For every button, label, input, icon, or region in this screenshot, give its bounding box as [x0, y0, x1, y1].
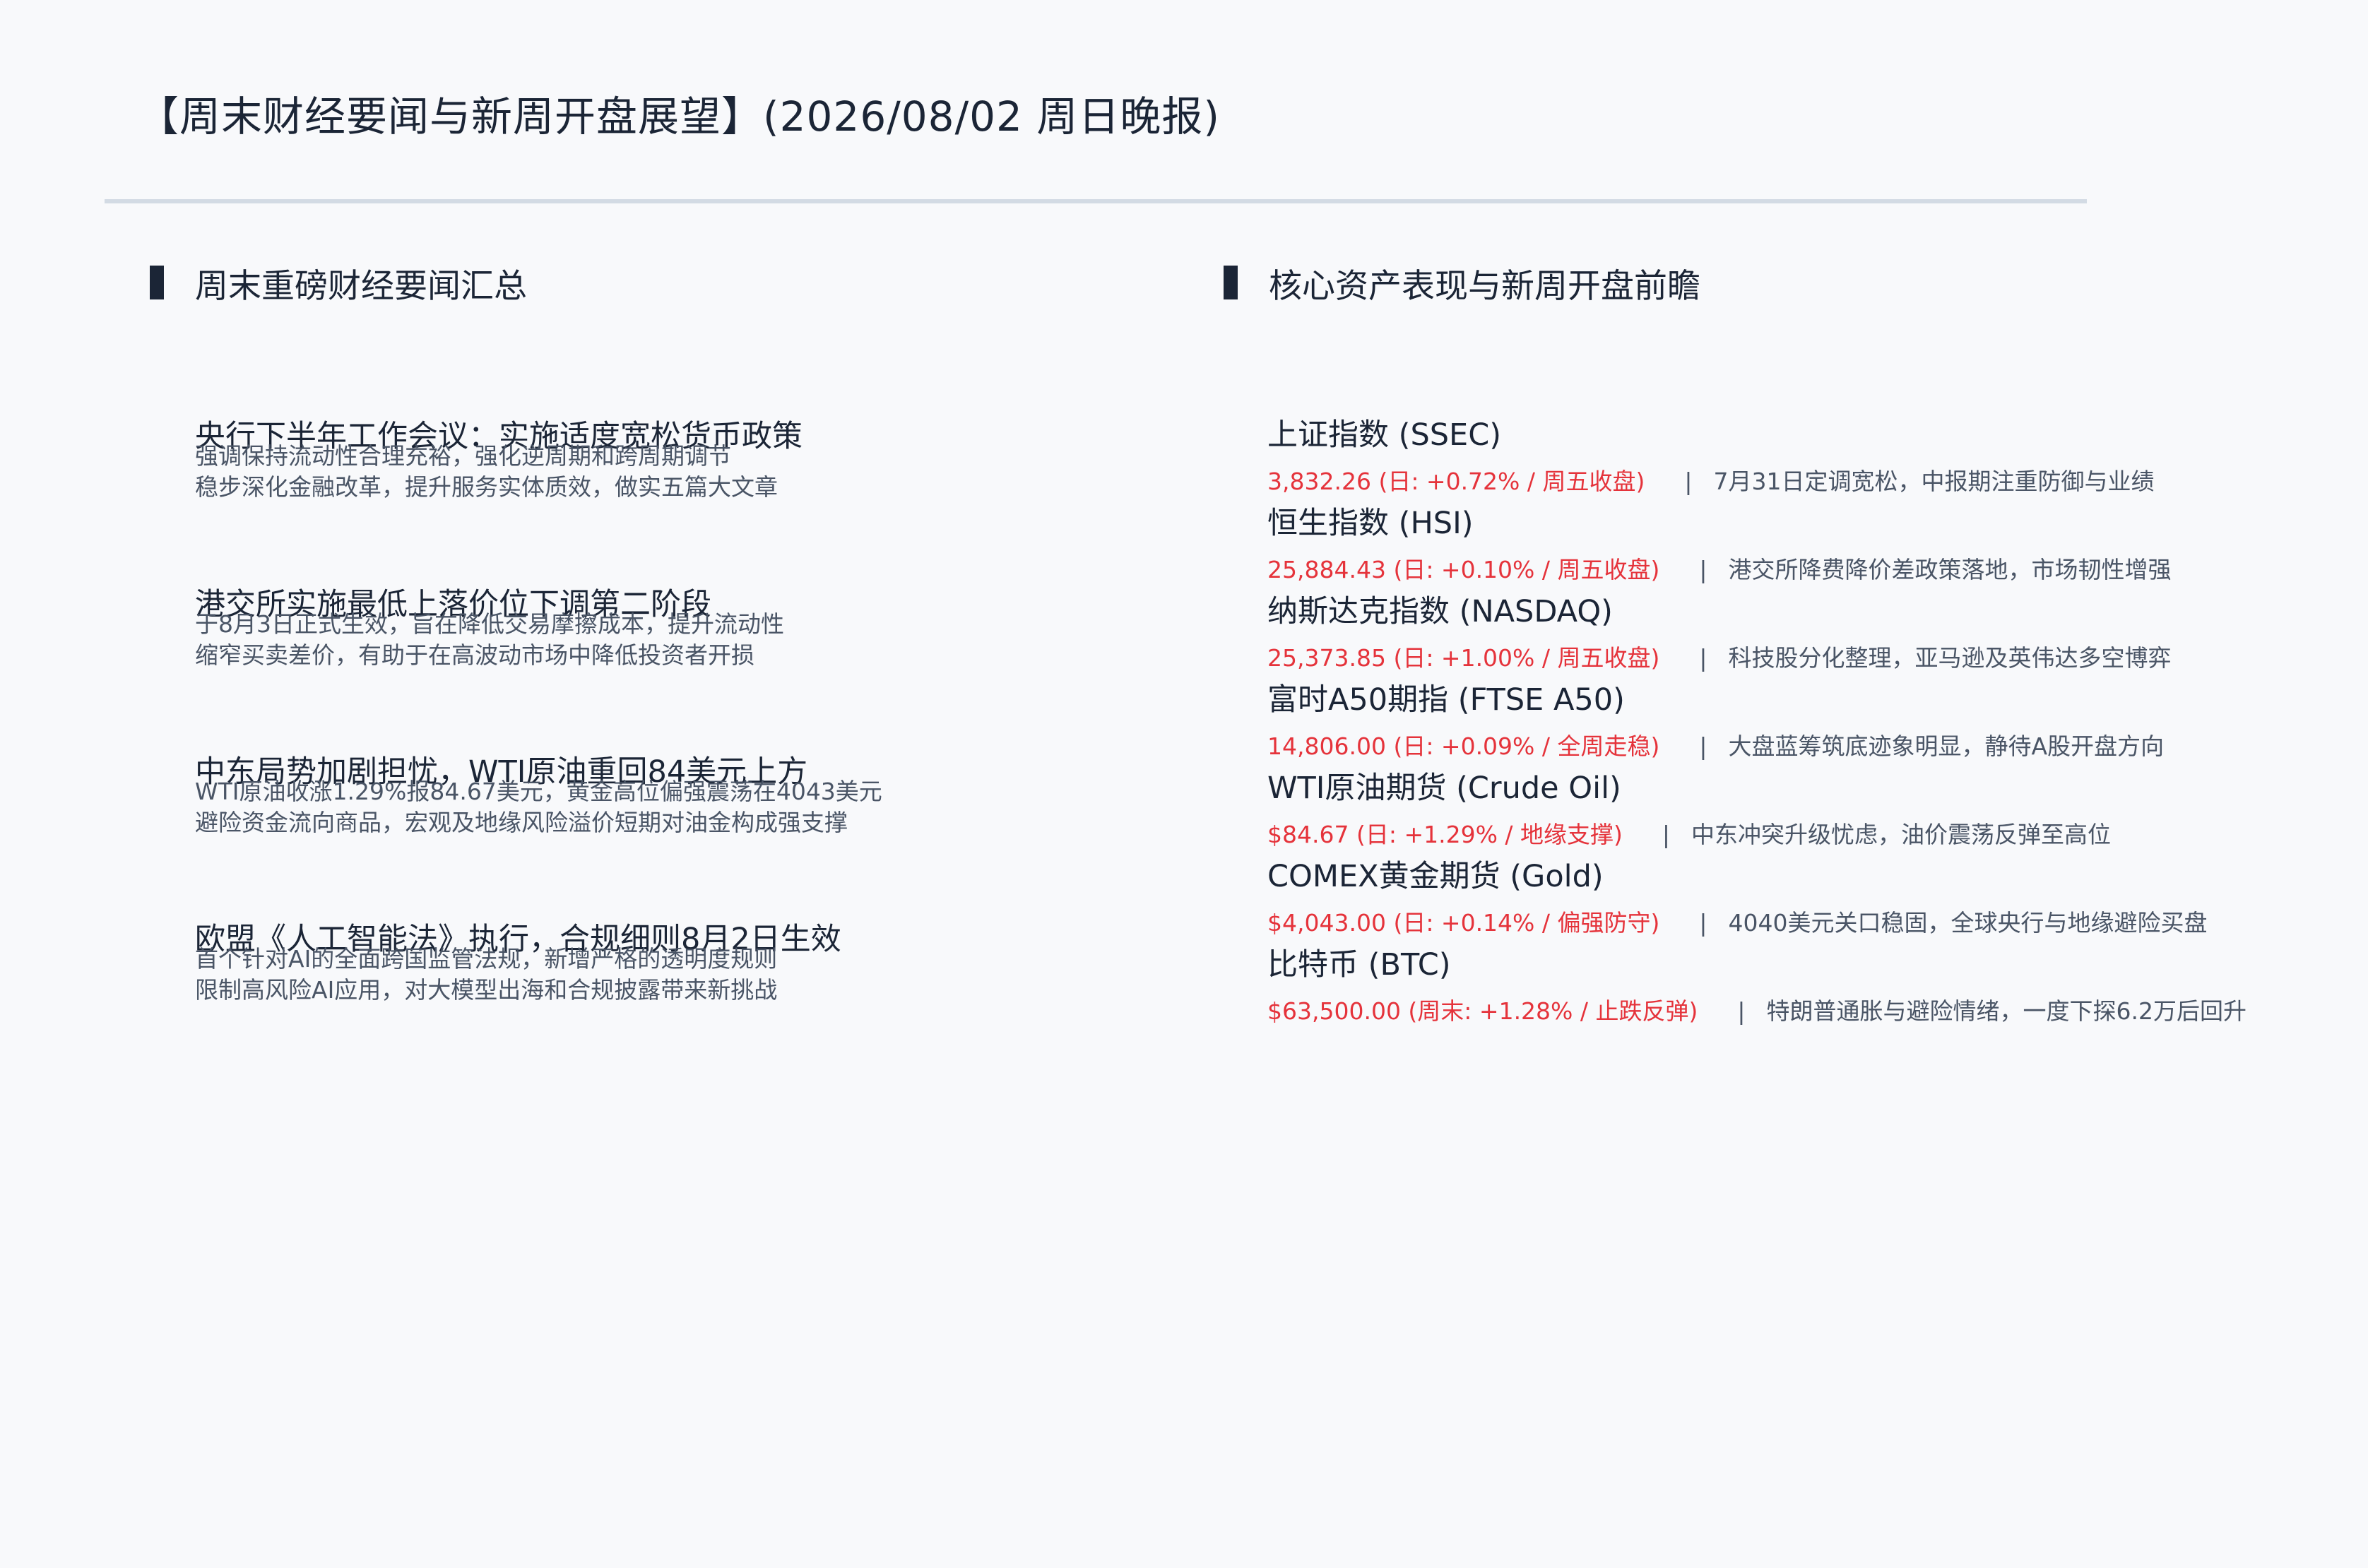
news-detail: 强调保持流动性合理充裕，强化逆周期和跨周期调节 [195, 442, 731, 470]
asset-row: 恒生指数 (HSI) 25,884.43 (日: +0.10% / 周五收盘) … [1267, 505, 2355, 586]
separator: | [1699, 644, 1707, 672]
asset-row: WTI原油期货 (Crude Oil) $84.67 (日: +1.29% / … [1267, 770, 2355, 850]
assets-section-header: 核心资产表现与新周开盘前瞻 [1224, 260, 1700, 306]
asset-name: 上证指数 (SSEC) [1267, 417, 1502, 453]
separator: | [1662, 821, 1671, 848]
header-divider [105, 199, 2087, 203]
asset-value: 25,373.85 (日: +1.00% / 周五收盘) [1267, 644, 1660, 672]
news-item: 中东局势加剧担忧，WTI原油重回84美元上方 WTI原油收涨1.29%报84.6… [195, 754, 1212, 838]
news-detail: 缩窄买卖差价，有助于在高波动市场中降低投资者开损 [195, 641, 754, 669]
asset-note: 科技股分化整理，亚马逊及英伟达多空博弈 [1728, 644, 2172, 672]
asset-row: 富时A50期指 (FTSE A50) 14,806.00 (日: +0.09% … [1267, 682, 2355, 762]
separator: | [1684, 468, 1693, 495]
asset-row: 纳斯达克指数 (NASDAQ) 25,373.85 (日: +1.00% / 周… [1267, 593, 2355, 674]
asset-row: 比特币 (BTC) $63,500.00 (周末: +1.28% / 止跌反弹)… [1267, 946, 2355, 1027]
news-detail: 于8月3日正式生效，旨在降低交易摩擦成本，提升流动性 [195, 610, 784, 638]
asset-note: 特朗普通胀与避险情绪，一度下探6.2万后回升 [1766, 997, 2246, 1025]
asset-name: 富时A50期指 (FTSE A50) [1267, 682, 1625, 718]
asset-note: 中东冲突升级忧虑，油价震荡反弹至高位 [1691, 821, 2112, 848]
news-detail: 稳步深化金融改革，提升服务实体质效，做实五篇大文章 [195, 473, 778, 501]
news-item: 港交所实施最低上落价位下调第二阶段 于8月3日正式生效，旨在降低交易摩擦成本，提… [195, 586, 1212, 671]
asset-name: 比特币 (BTC) [1267, 947, 1451, 982]
asset-value: 25,884.43 (日: +0.10% / 周五收盘) [1267, 556, 1660, 583]
asset-value: $4,043.00 (日: +0.14% / 偏强防守) [1267, 909, 1660, 937]
news-section-header: 周末重磅财经要闻汇总 [150, 260, 527, 306]
asset-value: 3,832.26 (日: +0.72% / 周五收盘) [1267, 468, 1645, 495]
news-detail: 首个针对AI的全面跨国监管法规，新增严格的透明度规则 [195, 945, 778, 973]
news-detail: 限制高风险AI应用，对大模型出海和合规披露带来新挑战 [195, 976, 778, 1004]
separator: | [1699, 909, 1707, 937]
asset-name: COMEX黄金期货 (Gold) [1267, 859, 1604, 894]
separator: | [1699, 556, 1707, 583]
asset-name: 纳斯达克指数 (NASDAQ) [1267, 594, 1613, 629]
asset-row: 上证指数 (SSEC) 3,832.26 (日: +0.72% / 周五收盘) … [1267, 417, 2355, 497]
news-item: 央行下半年工作会议：实施适度宽松货币政策 强调保持流动性合理充裕，强化逆周期和跨… [195, 418, 1212, 503]
section-marker-icon [150, 266, 164, 299]
news-detail: WTI原油收涨1.29%报84.67美元，黄金高位偏强震荡在4043美元 [195, 778, 882, 805]
section-marker-icon [1224, 266, 1238, 299]
asset-name: 恒生指数 (HSI) [1267, 506, 1474, 541]
news-detail: 避险资金流向商品，宏观及地缘风险溢价短期对油金构成强支撑 [195, 809, 848, 836]
asset-note: 4040美元关口稳固，全球央行与地缘避险买盘 [1728, 909, 2208, 937]
asset-value: 14,806.00 (日: +0.09% / 全周走稳) [1267, 732, 1660, 760]
page-title: 【周末财经要闻与新周开盘展望】(2026/08/02 周日晚报) [138, 93, 1220, 141]
separator: | [1737, 997, 1746, 1025]
assets-section-title: 核心资产表现与新周开盘前瞻 [1269, 266, 1700, 306]
asset-value: $84.67 (日: +1.29% / 地缘支撑) [1267, 821, 1623, 848]
asset-note: 7月31日定调宽松，中报期注重防御与业绩 [1713, 468, 2155, 495]
news-section-title: 周末重磅财经要闻汇总 [195, 266, 527, 306]
asset-note: 港交所降费降价差政策落地，市场韧性增强 [1728, 556, 2172, 583]
asset-row: COMEX黄金期货 (Gold) $4,043.00 (日: +0.14% / … [1267, 858, 2355, 939]
news-item: 欧盟《人工智能法》执行，合规细则8月2日生效 首个针对AI的全面跨国监管法规，新… [195, 921, 1212, 1006]
asset-value: $63,500.00 (周末: +1.28% / 止跌反弹) [1267, 997, 1698, 1025]
separator: | [1699, 732, 1707, 760]
asset-name: WTI原油期货 (Crude Oil) [1267, 771, 1621, 806]
asset-note: 大盘蓝筹筑底迹象明显，静待A股开盘方向 [1728, 732, 2165, 760]
